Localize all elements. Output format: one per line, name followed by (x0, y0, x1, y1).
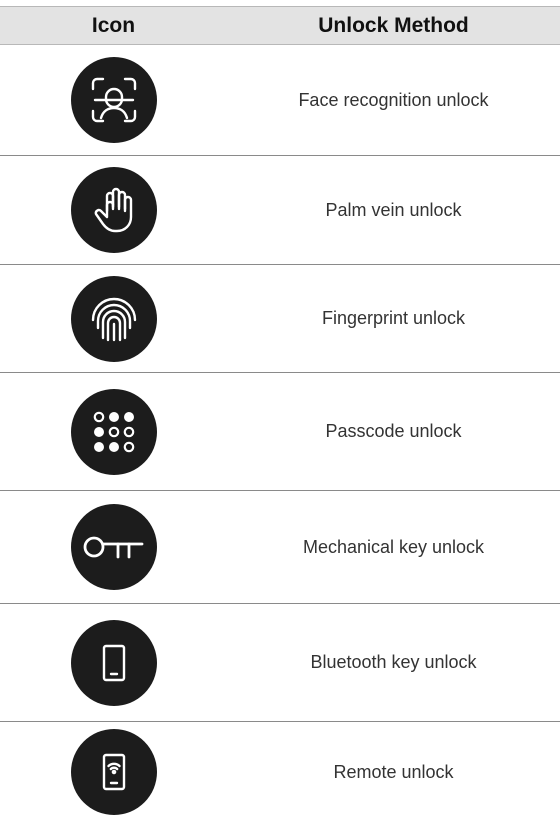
table-row: Passcode unlock (0, 373, 560, 491)
remote-phone-icon (70, 729, 157, 815)
icon-cell (0, 619, 227, 706)
table-row: Mechanical key unlock (0, 491, 560, 604)
table-row: Face recognition unlock (0, 45, 560, 156)
key-icon (70, 504, 157, 590)
method-label: Palm vein unlock (325, 199, 462, 220)
method-label: Mechanical key unlock (302, 536, 485, 557)
icon-cell (0, 388, 227, 475)
method-label: Bluetooth key unlock (310, 652, 477, 672)
table-row: Palm vein unlock (0, 156, 560, 265)
table-header: Icon Unlock Method (0, 6, 560, 45)
icon-column-header: Icon (91, 13, 136, 37)
table-row: Remote unlock (0, 722, 560, 822)
phone-icon (70, 619, 157, 706)
fingerprint-icon (70, 275, 157, 362)
method-label: Fingerprint unlock (321, 308, 466, 328)
table-row: Fingerprint unlock (0, 265, 560, 373)
method-label: Remote unlock (333, 761, 454, 782)
palm-icon (70, 167, 157, 253)
method-label: Face recognition unlock (298, 89, 489, 110)
icon-cell (0, 167, 227, 253)
icon-cell (0, 275, 227, 362)
icon-cell (0, 729, 227, 815)
icon-cell (0, 57, 227, 143)
keypad-icon (70, 388, 157, 475)
unlock-methods-table: Icon Unlock Method Face recognition unlo… (0, 6, 560, 822)
face-recognition-icon (70, 57, 157, 143)
table-row: Bluetooth key unlock (0, 604, 560, 722)
method-label: Passcode unlock (325, 421, 462, 441)
method-column-header: Unlock Method (318, 13, 469, 37)
icon-cell (0, 504, 227, 590)
